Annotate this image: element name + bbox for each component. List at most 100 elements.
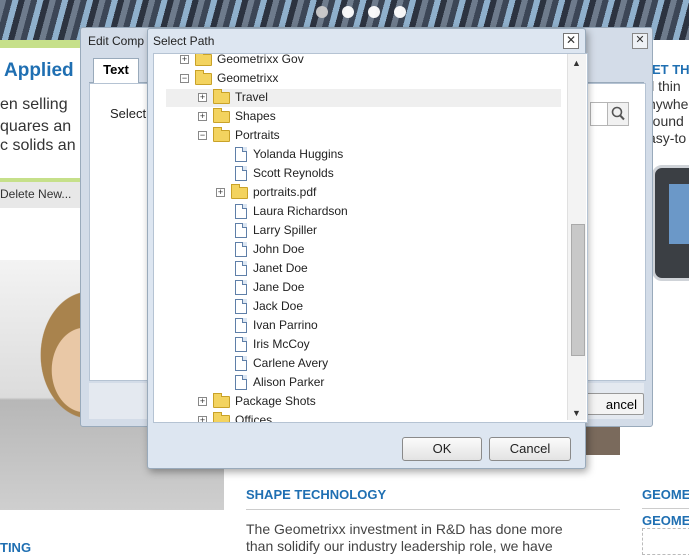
carousel-dot[interactable] (394, 6, 406, 18)
page-icon (235, 337, 247, 352)
body-text-line: The Geometrixx investment in R&D has don… (246, 521, 563, 537)
expand-icon[interactable]: + (198, 397, 207, 406)
tree-node[interactable]: Yolanda Huggins (166, 146, 561, 164)
carousel-dot[interactable] (342, 6, 354, 18)
tree-node[interactable]: + Geometrixx Gov (166, 53, 561, 69)
page-icon (235, 204, 247, 219)
divider (642, 508, 689, 509)
expand-icon[interactable]: + (198, 416, 207, 422)
drop-zone (642, 528, 689, 555)
right-heading-geo[interactable]: GEOME (642, 513, 689, 528)
tree-node-label: Portraits (235, 128, 280, 142)
select-path-dialog: Select Path ✕ + Geometrixx Gov − Geometrixx… (147, 28, 588, 469)
tree-node[interactable]: + portraits.pdf (166, 184, 561, 202)
tree-node-label: Jack Doe (253, 299, 304, 313)
page-icon (235, 375, 247, 390)
page-icon (235, 147, 247, 162)
tree-node-label: Geometrixx (217, 71, 279, 85)
tab-text[interactable]: Text (93, 58, 139, 83)
tree-node-label: Offices (235, 413, 273, 423)
scroll-up-icon[interactable]: ▲ (572, 58, 581, 68)
body-text-line: than solidify our industry leadership ro… (246, 538, 553, 554)
tree-node[interactable]: Scott Reynolds (166, 165, 561, 183)
tree-node-label: Package Shots (235, 394, 316, 408)
shape-technology-heading[interactable]: SHAPE TECHNOLOGY (246, 487, 386, 502)
tree-node[interactable]: Jane Doe (166, 279, 561, 297)
tree-node[interactable]: + Offices (166, 412, 561, 423)
tree-node-label: Carlene Avery (253, 356, 329, 370)
scrollbar[interactable]: ▲ ▼ (567, 54, 586, 420)
carousel-dot[interactable] (316, 6, 328, 18)
phone-screen (669, 184, 689, 244)
tree-node[interactable]: Iris McCoy (166, 336, 561, 354)
tree-node-label: Larry Spiller (253, 223, 318, 237)
folder-icon (213, 127, 230, 142)
phone-image (652, 165, 689, 281)
close-icon[interactable]: ✕ (632, 33, 648, 49)
dialog-footer: OK Cancel (153, 423, 586, 467)
tree-node-label: Laura Richardson (253, 204, 348, 218)
tree-node[interactable]: + Package Shots (166, 393, 561, 411)
dialog-title: Select Path (153, 34, 215, 48)
expand-icon[interactable]: + (180, 55, 189, 64)
accent-bar (0, 40, 82, 48)
tree-node-label: Ivan Parrino (253, 318, 318, 332)
tree-node-label: Janet Doe (253, 261, 308, 275)
collapse-icon[interactable]: − (198, 131, 207, 140)
folder-icon (213, 108, 230, 123)
expand-icon[interactable]: + (216, 188, 225, 197)
cancel-button[interactable]: ancel (579, 393, 644, 415)
scrollbar-thumb[interactable] (571, 224, 585, 356)
tree-node[interactable]: + Travel (166, 89, 561, 107)
page-icon (235, 280, 247, 295)
tree-node[interactable]: Alison Parker (166, 374, 561, 392)
search-icon[interactable] (607, 102, 629, 126)
tree-node-label: portraits.pdf (253, 185, 317, 199)
scroll-down-icon[interactable]: ▼ (572, 408, 581, 418)
tree-node-label: Geometrixx Gov (217, 53, 304, 66)
page-icon (235, 223, 247, 238)
right-text-line: nywhe (648, 96, 689, 112)
cancel-button[interactable]: Cancel (489, 437, 571, 461)
carousel-dot[interactable] (368, 6, 380, 18)
tree-node[interactable]: Jack Doe (166, 298, 561, 316)
tree-node-label: John Doe (253, 242, 305, 256)
close-icon[interactable]: ✕ (563, 33, 579, 49)
tree-node[interactable]: − Geometrixx (166, 70, 561, 88)
page-icon (235, 261, 247, 276)
tree-node[interactable]: + Shapes (166, 108, 561, 126)
page-icon (235, 166, 247, 181)
folder-icon (213, 412, 230, 422)
page-icon (235, 318, 247, 333)
right-heading-geo[interactable]: GEOME (642, 487, 689, 502)
right-text-line: round (648, 113, 684, 129)
path-tree: + Geometrixx Gov − Geometrixx + Travel + Shapes… (153, 53, 588, 423)
expand-icon[interactable]: + (198, 112, 207, 121)
tree-node[interactable]: Janet Doe (166, 260, 561, 278)
right-text-line: asy-to (648, 130, 687, 146)
page-icon (235, 299, 247, 314)
collapse-icon[interactable]: − (180, 74, 189, 83)
tree-node[interactable]: John Doe (166, 241, 561, 259)
tree-node[interactable]: Larry Spiller (166, 222, 561, 240)
tree-node-label: Jane Doe (253, 280, 305, 294)
tree-node[interactable]: − Portraits (166, 127, 561, 145)
carousel-dots (316, 6, 406, 18)
select-label: Select (110, 106, 147, 121)
expand-icon[interactable]: + (198, 93, 207, 102)
tree-node-label: Scott Reynolds (253, 166, 334, 180)
left-text-line: en selling (0, 96, 68, 113)
tree-node-label: Iris McCoy (253, 337, 310, 351)
right-heading: ET TH (652, 62, 689, 77)
tree-node-label: Alison Parker (253, 375, 325, 389)
folder-icon (195, 54, 212, 66)
folder-icon (213, 89, 230, 104)
ok-button[interactable]: OK (402, 437, 482, 461)
tree-node[interactable]: Laura Richardson (166, 203, 561, 221)
folder-icon (231, 184, 248, 199)
folder-icon (213, 393, 230, 408)
folder-icon (195, 70, 212, 85)
tree-node[interactable]: Carlene Avery (166, 355, 561, 373)
tree-node[interactable]: Ivan Parrino (166, 317, 561, 335)
left-edit-toolbar[interactable]: Delete New... (0, 178, 82, 208)
